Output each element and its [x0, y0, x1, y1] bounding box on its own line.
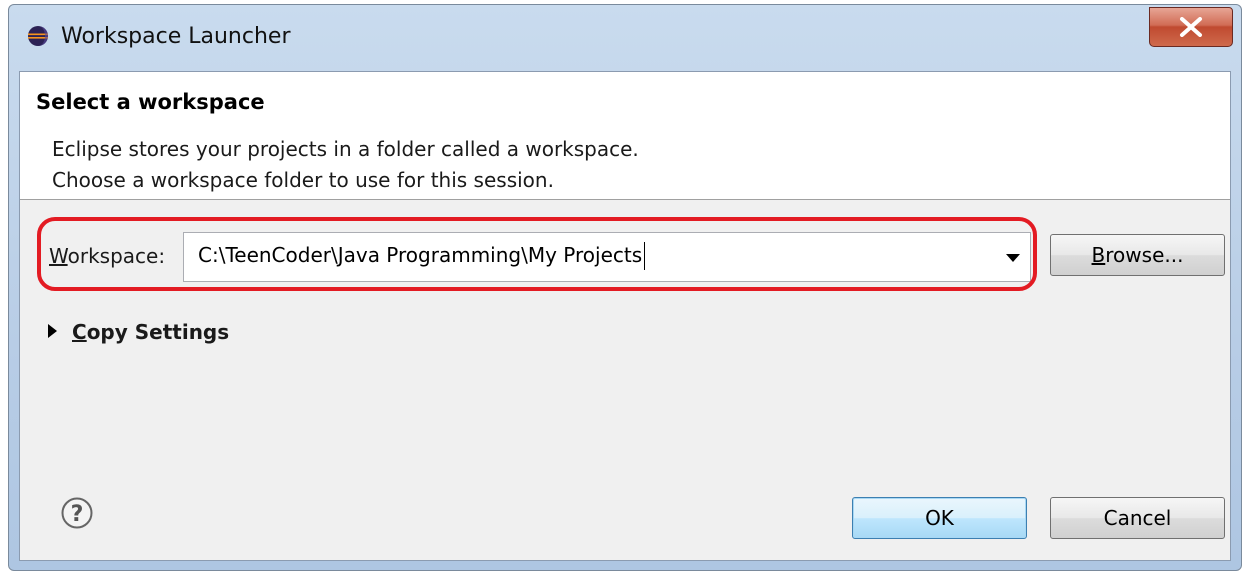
workspace-launcher-dialog: Workspace Launcher Select a workspace Ec… — [8, 4, 1242, 571]
expand-arrow-icon[interactable] — [48, 324, 58, 338]
workspace-path-value[interactable]: C:\TeenCoder\Java Programming\My Project… — [198, 243, 642, 267]
window-title: Workspace Launcher — [61, 24, 291, 49]
banner-description-line-1: Eclipse stores your projects in a folder… — [52, 137, 639, 161]
banner-title: Select a workspace — [36, 90, 265, 114]
svg-text:?: ? — [71, 502, 84, 527]
help-icon[interactable]: ? — [60, 496, 94, 530]
text-caret — [644, 242, 645, 270]
close-button[interactable] — [1149, 7, 1233, 47]
dropdown-arrow-icon[interactable] — [1006, 254, 1020, 263]
title-bar: Workspace Launcher — [9, 5, 1241, 71]
dialog-content: Select a workspace Eclipse stores your p… — [19, 71, 1231, 561]
browse-button[interactable]: Browse... — [1050, 234, 1225, 276]
banner-description-line-2: Choose a workspace folder to use for thi… — [52, 168, 554, 192]
header-banner: Select a workspace Eclipse stores your p… — [20, 72, 1230, 200]
workspace-label: Workspace: — [49, 244, 166, 268]
copy-settings-toggle[interactable]: Copy Settings — [72, 320, 229, 344]
eclipse-icon — [28, 26, 48, 46]
workspace-combo-box[interactable]: C:\TeenCoder\Java Programming\My Project… — [183, 232, 1031, 282]
cancel-button[interactable]: Cancel — [1050, 497, 1225, 539]
close-icon — [1180, 17, 1202, 37]
ok-button[interactable]: OK — [852, 497, 1027, 539]
